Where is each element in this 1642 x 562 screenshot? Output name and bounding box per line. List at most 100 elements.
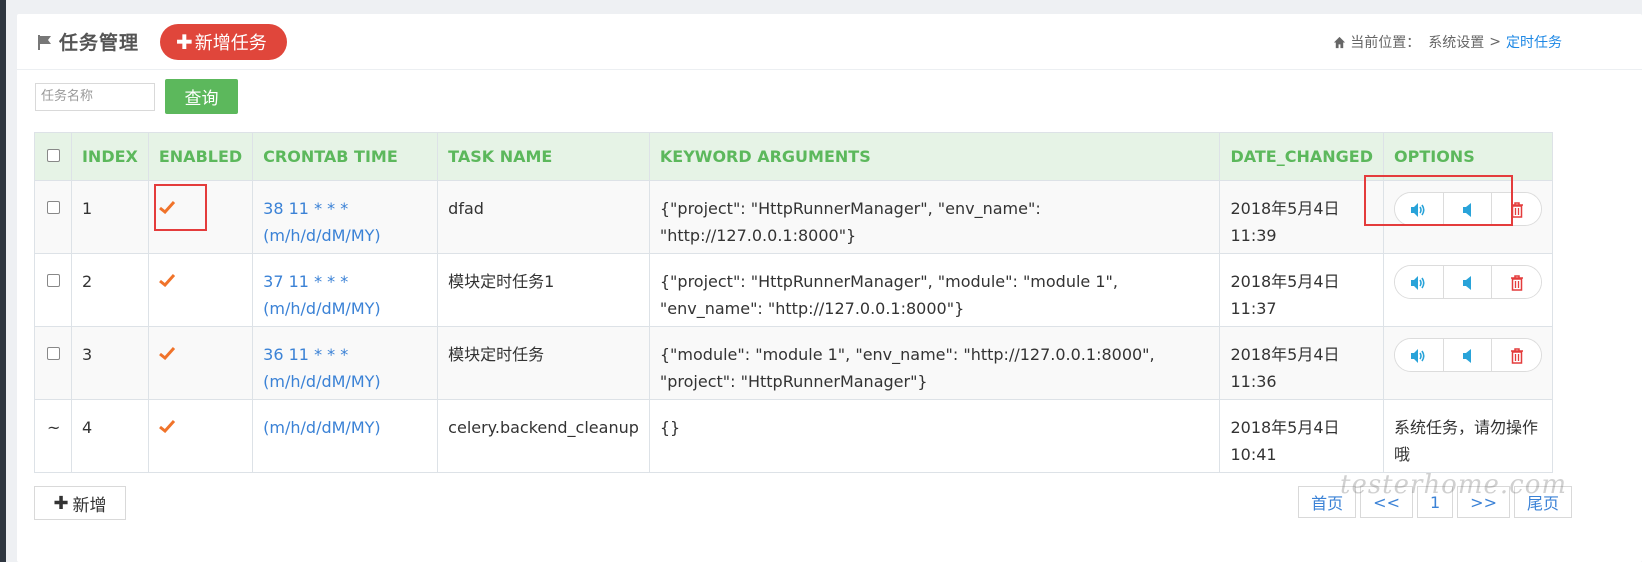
index-cell: 4 <box>70 399 149 473</box>
row-checkbox[interactable] <box>47 201 60 214</box>
crontab-expression[interactable]: 37 11 * * * <box>263 268 427 295</box>
col-crontab-time[interactable]: CRONTAB TIME <box>252 132 439 181</box>
plus-icon: ✚ <box>176 29 193 54</box>
select-all-checkbox[interactable] <box>47 149 60 162</box>
task-name-search-input[interactable] <box>35 82 155 111</box>
index-cell: 3 <box>70 326 149 400</box>
task-name-cell: dfad <box>437 180 650 254</box>
breadcrumb-parent[interactable]: 系统设置 <box>1428 32 1484 52</box>
pagination: 首页 << 1 >> 尾页 <box>1294 486 1572 518</box>
breadcrumb-prefix: 当前位置： <box>1350 35 1421 51</box>
next-page-button[interactable]: >> <box>1457 486 1510 518</box>
table-row: 2 37 11 * * * (m/h/d/dM/MY) 模块定时任务1 {"pr… <box>34 253 1553 327</box>
col-options: OPTIONS <box>1383 132 1553 181</box>
date-value: 2018年5月4日 <box>1230 345 1340 364</box>
date-changed-cell: 2018年5月4日 10:41 <box>1219 399 1384 473</box>
first-page-button[interactable]: 首页 <box>1298 486 1357 518</box>
crontab-cell: 36 11 * * * (m/h/d/dM/MY) <box>252 326 439 400</box>
col-date-changed[interactable]: DATE_CHANGED <box>1219 132 1384 181</box>
left-edge <box>0 0 6 562</box>
row-select-cell <box>34 326 72 400</box>
crontab-format[interactable]: (m/h/d/dM/MY) <box>263 295 427 322</box>
flag-icon <box>38 34 51 50</box>
trash-icon <box>1510 348 1523 364</box>
page-title: 任务管理 <box>59 32 140 54</box>
delete-button[interactable] <box>1492 339 1541 371</box>
disable-button[interactable] <box>1443 266 1493 298</box>
crontab-format[interactable]: (m/h/d/dM/MY) <box>263 222 427 249</box>
task-name-cell: 模块定时任务 <box>437 326 650 400</box>
enabled-cell <box>147 253 254 327</box>
crontab-cell: 38 11 * * * (m/h/d/dM/MY) <box>252 180 439 254</box>
enabled-cell <box>147 399 254 473</box>
col-keyword-arguments[interactable]: KEYWORD ARGUMENTS <box>648 132 1221 181</box>
crontab-cell: (m/h/d/dM/MY) <box>252 399 439 473</box>
date-changed-cell: 2018年5月4日 11:39 <box>1219 180 1384 254</box>
add-button[interactable]: ✚ 新增 <box>34 486 126 520</box>
index-cell: 1 <box>70 180 149 254</box>
col-enabled[interactable]: ENABLED <box>147 132 254 181</box>
enabled-cell <box>147 326 254 400</box>
last-page-button[interactable]: 尾页 <box>1513 486 1572 518</box>
search-bar: 查询 <box>35 79 238 114</box>
main-panel: 任务管理 ✚ 新增任务 当前位置： 系统设置 > 定时任务 查询 INDEX E… <box>17 14 1642 562</box>
enable-button[interactable] <box>1395 339 1444 371</box>
table-row: 3 36 11 * * * (m/h/d/dM/MY) 模块定时任务 {"mod… <box>34 326 1553 400</box>
volume-off-icon <box>1462 349 1471 363</box>
date-changed-cell: 2018年5月4日 11:36 <box>1219 326 1384 400</box>
crontab-format[interactable]: (m/h/d/dM/MY) <box>263 368 427 395</box>
kwargs-cell: {"project": "HttpRunnerManager", "module… <box>648 253 1221 327</box>
options-button-group <box>1394 338 1542 372</box>
delete-button[interactable] <box>1492 266 1541 298</box>
page-number-button[interactable]: 1 <box>1416 486 1454 518</box>
row-select-cell <box>34 253 72 327</box>
kwargs-cell: {"module": "module 1", "env_name": "http… <box>648 326 1221 400</box>
options-button-group <box>1394 265 1542 299</box>
task-table: INDEX ENABLED CRONTAB TIME TASK NAME KEY… <box>34 132 1553 473</box>
table-row: 1 38 11 * * * (m/h/d/dM/MY) dfad {"proje… <box>34 180 1553 254</box>
prev-page-button[interactable]: << <box>1360 486 1413 518</box>
row-checkbox[interactable] <box>47 274 60 287</box>
enable-button[interactable] <box>1395 266 1444 298</box>
date-value: 2018年5月4日 <box>1230 199 1340 218</box>
options-cell <box>1383 326 1553 400</box>
crontab-expression[interactable]: 38 11 * * * <box>263 195 427 222</box>
crontab-cell: 37 11 * * * (m/h/d/dM/MY) <box>252 253 439 327</box>
home-icon <box>1334 36 1346 48</box>
add-task-button[interactable]: ✚ 新增任务 <box>160 23 287 60</box>
query-button[interactable]: 查询 <box>165 79 238 114</box>
check-icon <box>158 346 175 360</box>
row-select-cell <box>34 180 72 254</box>
col-task-name[interactable]: TASK NAME <box>437 132 650 181</box>
options-cell <box>1383 253 1553 327</box>
breadcrumb-separator: > <box>1489 34 1501 50</box>
disable-button[interactable] <box>1443 339 1493 371</box>
kwargs-cell: {} <box>648 399 1221 473</box>
volume-off-icon <box>1462 276 1471 290</box>
add-task-label: 新增任务 <box>194 32 267 54</box>
page-header: 任务管理 ✚ 新增任务 当前位置： 系统设置 > 定时任务 <box>17 14 1642 70</box>
annotation-box-options <box>1364 175 1513 226</box>
row-select-cell: ~ <box>34 399 72 473</box>
time-value: 11:36 <box>1230 372 1277 391</box>
crontab-expression[interactable]: 36 11 * * * <box>263 341 427 368</box>
kwargs-cell: {"project": "HttpRunnerManager", "env_na… <box>648 180 1221 254</box>
time-value: 11:39 <box>1230 226 1277 245</box>
add-label: 新增 <box>72 495 107 516</box>
check-icon <box>158 273 175 287</box>
breadcrumb-current[interactable]: 定时任务 <box>1506 32 1562 52</box>
crontab-format[interactable]: (m/h/d/dM/MY) <box>263 414 427 441</box>
table-header-row: INDEX ENABLED CRONTAB TIME TASK NAME KEY… <box>34 132 1553 181</box>
date-value: 2018年5月4日 <box>1230 418 1340 437</box>
breadcrumb: 当前位置： 系统设置 > 定时任务 <box>1333 32 1562 52</box>
index-cell: 2 <box>70 253 149 327</box>
plus-icon: ✚ <box>53 492 69 514</box>
time-value: 11:37 <box>1230 299 1277 318</box>
row-checkbox[interactable] <box>47 347 60 360</box>
trash-icon <box>1510 275 1523 291</box>
col-index[interactable]: INDEX <box>70 132 149 181</box>
task-name-cell: 模块定时任务1 <box>437 253 650 327</box>
options-cell: 系统任务，请勿操作哦 <box>1383 399 1553 473</box>
check-icon <box>158 419 175 433</box>
date-value: 2018年5月4日 <box>1230 272 1340 291</box>
